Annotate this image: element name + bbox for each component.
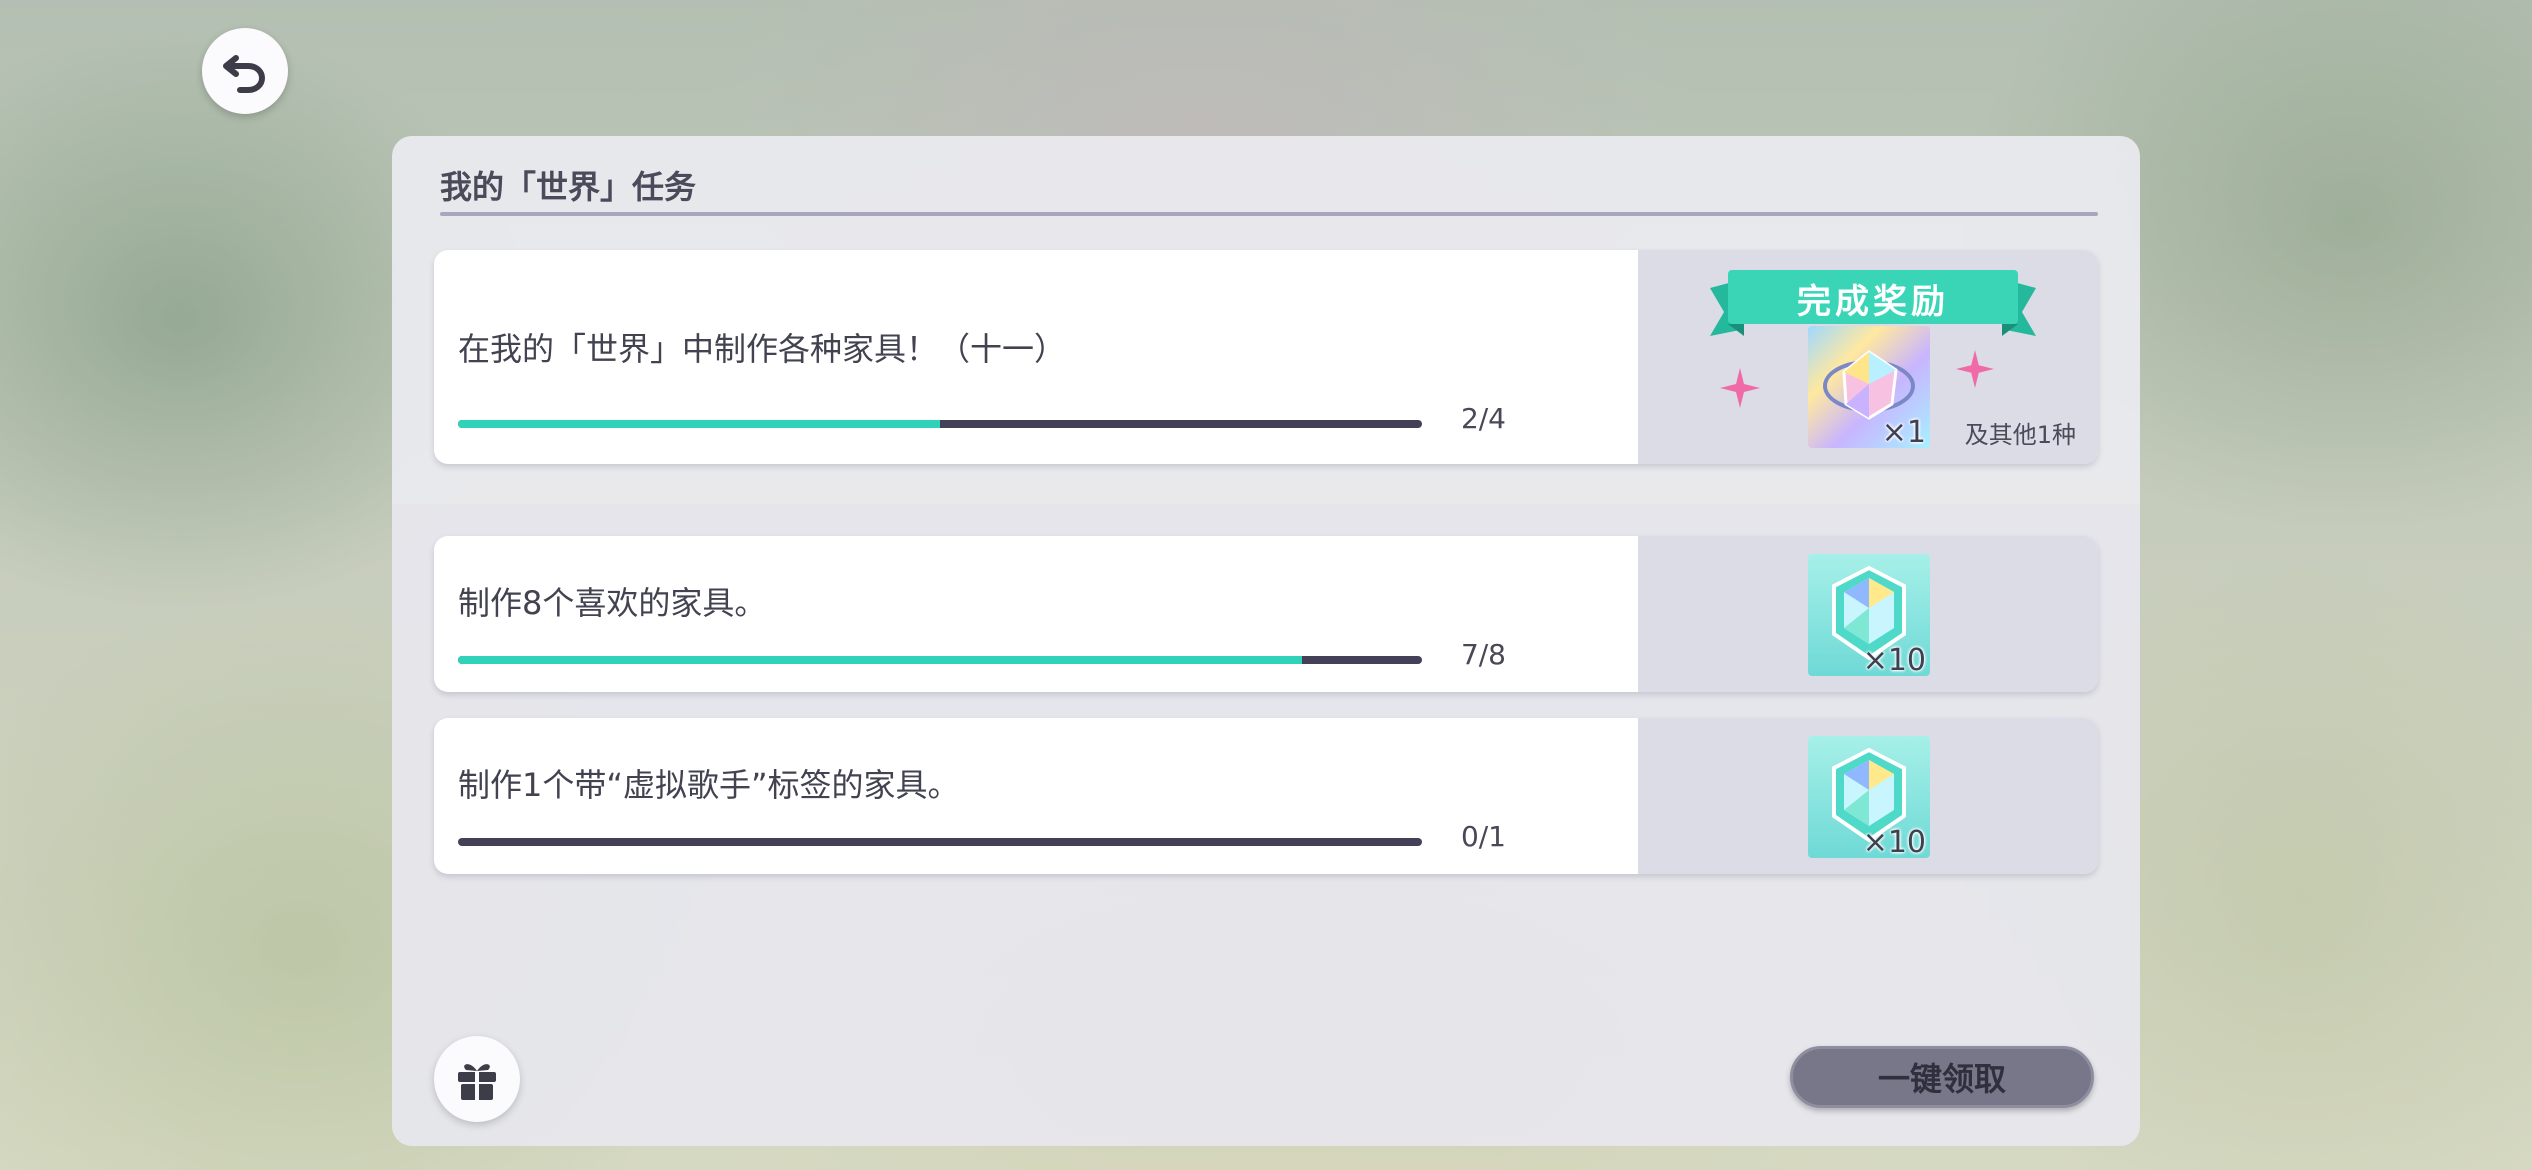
sparkle-icon <box>1956 350 1994 388</box>
gift-button[interactable] <box>434 1036 520 1122</box>
task-card-3[interactable]: 制作1个带“虚拟歌手”标签的家具。 0/1 ×10 <box>434 718 2098 874</box>
progress-fill <box>458 420 940 428</box>
reward-banner-label: 完成奖励 <box>1797 282 1949 322</box>
task-text: 制作8个喜欢的家具。 <box>458 584 767 622</box>
rainbow-gem-icon <box>1823 350 1915 420</box>
progress-bar <box>458 838 1422 846</box>
sparkle-icon <box>1720 368 1760 408</box>
progress-fill <box>458 656 1302 664</box>
gift-icon <box>458 1064 496 1100</box>
progress-count: 2/4 <box>1460 402 1506 435</box>
progress-bar <box>458 656 1422 664</box>
mission-panel: 我的「世界」任务 在我的「世界」中制作各种家具！（十一） 2/4 完成奖励 ×1… <box>392 136 2140 1146</box>
reward-quantity: ×10 <box>1862 825 1926 858</box>
panel-title: 我的「世界」任务 <box>440 168 697 206</box>
reward-quantity: ×10 <box>1862 643 1926 676</box>
other-rewards-label: 及其他1种 <box>1964 421 2076 449</box>
task-card-2[interactable]: 制作8个喜欢的家具。 7/8 ×10 <box>434 536 2098 692</box>
back-button[interactable] <box>202 28 288 114</box>
task-text: 制作1个带“虚拟歌手”标签的家具。 <box>458 766 960 804</box>
task-card-1[interactable]: 在我的「世界」中制作各种家具！（十一） 2/4 完成奖励 ×1 及其他1种 <box>434 250 2098 464</box>
reward-item-tile[interactable]: ×1 <box>1808 326 1930 448</box>
back-arrow-icon <box>223 55 266 93</box>
reward-area[interactable]: 完成奖励 ×1 及其他1种 <box>1638 250 2098 464</box>
progress-bar <box>458 420 1422 428</box>
reward-quantity: ×1 <box>1881 415 1926 448</box>
reward-item-tile[interactable]: ×10 <box>1808 554 1930 676</box>
reward-area[interactable]: ×10 <box>1638 536 2098 692</box>
reward-item-tile[interactable]: ×10 <box>1808 736 1930 858</box>
title-divider <box>440 212 2098 216</box>
progress-count: 0/1 <box>1460 820 1506 853</box>
progress-count: 7/8 <box>1460 638 1506 671</box>
reward-area[interactable]: ×10 <box>1638 718 2098 874</box>
task-text: 在我的「世界」中制作各种家具！（十一） <box>458 330 1067 368</box>
claim-all-button[interactable]: 一键领取 <box>1790 1046 2094 1108</box>
